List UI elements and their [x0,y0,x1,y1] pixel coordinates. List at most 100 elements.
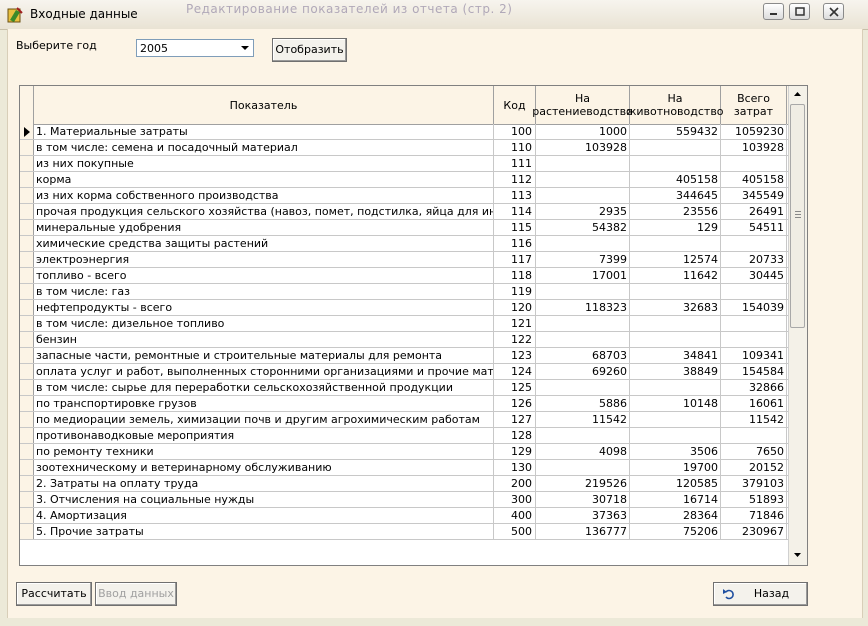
cell-code[interactable]: 120 [494,300,536,315]
row-indicator[interactable] [20,364,34,379]
cell-animal[interactable]: 34841 [630,348,721,363]
cell-name[interactable]: из них корма собственного производства [34,188,494,203]
cell-code[interactable]: 500 [494,524,536,539]
row-indicator[interactable] [20,508,34,523]
cell-animal[interactable]: 75206 [630,524,721,539]
cell-code[interactable]: 118 [494,268,536,283]
cell-animal[interactable]: 405158 [630,172,721,187]
cell-animal[interactable]: 19700 [630,460,721,475]
cell-code[interactable]: 122 [494,332,536,347]
row-indicator[interactable] [20,220,34,235]
cell-plant[interactable]: 219526 [536,476,630,491]
cell-total[interactable]: 54511 [721,220,787,235]
cell-animal[interactable] [630,412,721,427]
cell-name[interactable]: противонаводковые мероприятия [34,428,494,443]
cell-plant[interactable]: 54382 [536,220,630,235]
cell-name[interactable]: прочая продукция сельского хозяйства (на… [34,204,494,219]
cell-name[interactable]: бензин [34,332,494,347]
table-row[interactable]: нефтепродукты - всего 120 118323 32683 15403… [20,300,788,316]
cell-total[interactable]: 154584 [721,364,787,379]
cell-name[interactable]: 2. Затраты на оплату труда [34,476,494,491]
table-row[interactable]: 5. Прочие затраты 500 136777 75206 230967 [20,524,788,540]
cell-name[interactable]: зоотехническому и ветеринарному обслужив… [34,460,494,475]
cell-name[interactable]: в том числе: дизельное топливо [34,316,494,331]
cell-total[interactable]: 7650 [721,444,787,459]
table-row[interactable]: в том числе: дизельное топливо 121 [20,316,788,332]
minimize-button[interactable] [763,3,784,20]
cell-animal[interactable] [630,140,721,155]
cell-code[interactable]: 130 [494,460,536,475]
cell-code[interactable]: 400 [494,508,536,523]
cell-plant[interactable]: 69260 [536,364,630,379]
table-row[interactable]: бензин 122 [20,332,788,348]
header-name[interactable]: Показатель [34,86,494,124]
cell-animal[interactable] [630,380,721,395]
table-row[interactable]: противонаводковые мероприятия 128 [20,428,788,444]
row-indicator[interactable] [20,460,34,475]
cell-plant[interactable]: 4098 [536,444,630,459]
scroll-up-button[interactable] [789,86,806,103]
cell-name[interactable]: 5. Прочие затраты [34,524,494,539]
table-row[interactable]: зоотехническому и ветеринарному обслужив… [20,460,788,476]
cell-name[interactable]: электроэнергия [34,252,494,267]
cell-plant[interactable] [536,236,630,251]
scroll-down-button[interactable] [789,547,806,564]
row-indicator[interactable] [20,396,34,411]
cell-total[interactable]: 154039 [721,300,787,315]
table-row[interactable]: топливо - всего 118 17001 11642 30445 [20,268,788,284]
vertical-scrollbar[interactable] [788,86,807,565]
cell-total[interactable] [721,428,787,443]
cell-name[interactable]: по транспортировке грузов [34,396,494,411]
cell-animal[interactable]: 559432 [630,124,721,139]
row-indicator[interactable] [20,236,34,251]
cell-name[interactable]: в том числе: сырье для переработки сельс… [34,380,494,395]
cell-code[interactable]: 125 [494,380,536,395]
cell-animal[interactable]: 11642 [630,268,721,283]
table-row[interactable]: корма 112 405158 405158 [20,172,788,188]
table-row[interactable]: 4. Амортизация 400 37363 28364 71846 [20,508,788,524]
row-indicator[interactable] [20,284,34,299]
cell-code[interactable]: 127 [494,412,536,427]
cell-name[interactable]: по ремонту техники [34,444,494,459]
row-indicator[interactable] [20,492,34,507]
cell-code[interactable]: 112 [494,172,536,187]
cell-name[interactable]: запасные части, ремонтные и строительные… [34,348,494,363]
maximize-button[interactable] [789,3,810,20]
table-row[interactable]: минеральные удобрения 115 54382 129 54511 [20,220,788,236]
table-row[interactable]: оплата услуг и работ, выполненных сторон… [20,364,788,380]
cell-plant[interactable] [536,284,630,299]
cell-plant[interactable]: 2935 [536,204,630,219]
table-row[interactable]: 2. Затраты на оплату труда 200 219526 12058… [20,476,788,492]
cell-animal[interactable]: 23556 [630,204,721,219]
row-indicator[interactable] [20,156,34,171]
cell-total[interactable]: 103928 [721,140,787,155]
cell-animal[interactable]: 10148 [630,396,721,411]
cell-plant[interactable]: 5886 [536,396,630,411]
cell-plant[interactable] [536,380,630,395]
cell-animal[interactable] [630,316,721,331]
row-indicator[interactable] [20,412,34,427]
cell-animal[interactable]: 129 [630,220,721,235]
cell-total[interactable]: 230967 [721,524,787,539]
cell-total[interactable] [721,236,787,251]
cell-animal[interactable] [630,428,721,443]
cell-animal[interactable]: 28364 [630,508,721,523]
row-indicator[interactable] [20,380,34,395]
year-select[interactable]: 2005 [136,39,254,57]
table-row[interactable]: 1. Материальные затраты 100 1000 559432 1059… [20,124,788,140]
cell-animal[interactable]: 344645 [630,188,721,203]
cell-total[interactable]: 405158 [721,172,787,187]
row-indicator[interactable] [20,316,34,331]
cell-name[interactable]: оплата услуг и работ, выполненных сторон… [34,364,494,379]
scroll-thumb[interactable] [790,104,805,328]
table-row[interactable]: из них покупные 111 [20,156,788,172]
table-row[interactable]: 3. Отчисления на социальные нужды 300 3071… [20,492,788,508]
row-indicator[interactable] [20,332,34,347]
row-indicator[interactable] [20,476,34,491]
row-indicator[interactable] [20,300,34,315]
row-indicator[interactable] [20,524,34,539]
cell-code[interactable]: 121 [494,316,536,331]
cell-name[interactable]: нефтепродукты - всего [34,300,494,315]
cell-name[interactable]: 3. Отчисления на социальные нужды [34,492,494,507]
cell-total[interactable]: 32866 [721,380,787,395]
